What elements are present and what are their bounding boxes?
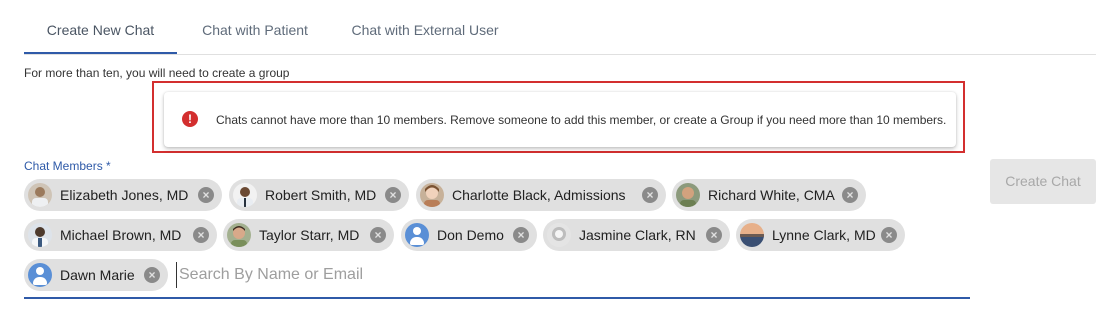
member-chip: Richard White, CMA × (672, 179, 866, 211)
remove-member-icon[interactable]: × (385, 187, 401, 203)
remove-member-icon[interactable]: × (370, 227, 386, 243)
member-name: Don Demo (437, 227, 504, 243)
alert-message: Chats cannot have more than 10 members. … (216, 113, 947, 127)
remove-member-icon[interactable]: × (642, 187, 658, 203)
avatar (227, 223, 251, 247)
remove-member-icon[interactable]: × (881, 227, 897, 243)
remove-member-icon[interactable]: × (706, 227, 722, 243)
chat-type-tabs: Create New Chat Chat with Patient Chat w… (24, 0, 1096, 55)
avatar (28, 223, 52, 247)
active-tab-indicator (24, 52, 177, 54)
remove-member-icon[interactable]: × (842, 187, 858, 203)
avatar (740, 223, 764, 247)
remove-member-icon[interactable]: × (198, 187, 214, 203)
avatar (420, 183, 444, 207)
member-limit-alert: ! Chats cannot have more than 10 members… (164, 92, 956, 147)
tab-label: Chat with External User (351, 22, 499, 38)
member-chip: Robert Smith, MD × (229, 179, 409, 211)
member-chip: Lynne Clark, MD × (736, 219, 905, 251)
tab-chat-with-external-user[interactable]: Chat with External User (340, 0, 510, 53)
tab-create-new-chat[interactable]: Create New Chat (24, 0, 177, 54)
member-name: Charlotte Black, Admissions (452, 187, 626, 203)
remove-member-icon[interactable]: × (513, 227, 529, 243)
remove-member-icon[interactable]: × (144, 267, 160, 283)
user-icon (405, 223, 429, 247)
avatar (676, 183, 700, 207)
member-chip: Elizabeth Jones, MD × (24, 179, 222, 211)
member-name: Robert Smith, MD (265, 187, 377, 203)
member-chip: Don Demo × (401, 219, 537, 251)
member-search-input[interactable] (176, 262, 959, 288)
members-field-underline (24, 297, 970, 299)
chat-members-label: Chat Members * (24, 159, 111, 173)
remove-member-icon[interactable]: × (193, 227, 209, 243)
tab-chat-with-patient[interactable]: Chat with Patient (184, 0, 326, 53)
member-name: Michael Brown, MD (60, 227, 182, 243)
create-chat-button[interactable]: Create Chat (990, 159, 1096, 204)
avatar (233, 183, 257, 207)
group-limit-note: For more than ten, you will need to crea… (24, 66, 290, 80)
tab-label: Chat with Patient (202, 22, 308, 38)
user-icon (28, 263, 52, 287)
tab-label: Create New Chat (46, 22, 155, 38)
member-name: Jasmine Clark, RN (579, 227, 696, 243)
error-icon: ! (182, 111, 198, 127)
member-chip: Charlotte Black, Admissions × (416, 179, 666, 211)
member-name: Elizabeth Jones, MD (60, 187, 189, 203)
avatar (547, 223, 571, 247)
member-name: Lynne Clark, MD (772, 227, 876, 243)
member-name: Dawn Marie (60, 267, 135, 283)
member-chip: Dawn Marie × (24, 259, 168, 291)
member-chip: Taylor Starr, MD × (223, 219, 394, 251)
member-chip: Michael Brown, MD × (24, 219, 217, 251)
member-name: Taylor Starr, MD (259, 227, 360, 243)
avatar (28, 183, 52, 207)
member-name: Richard White, CMA (708, 187, 835, 203)
member-chip: Jasmine Clark, RN × (543, 219, 730, 251)
